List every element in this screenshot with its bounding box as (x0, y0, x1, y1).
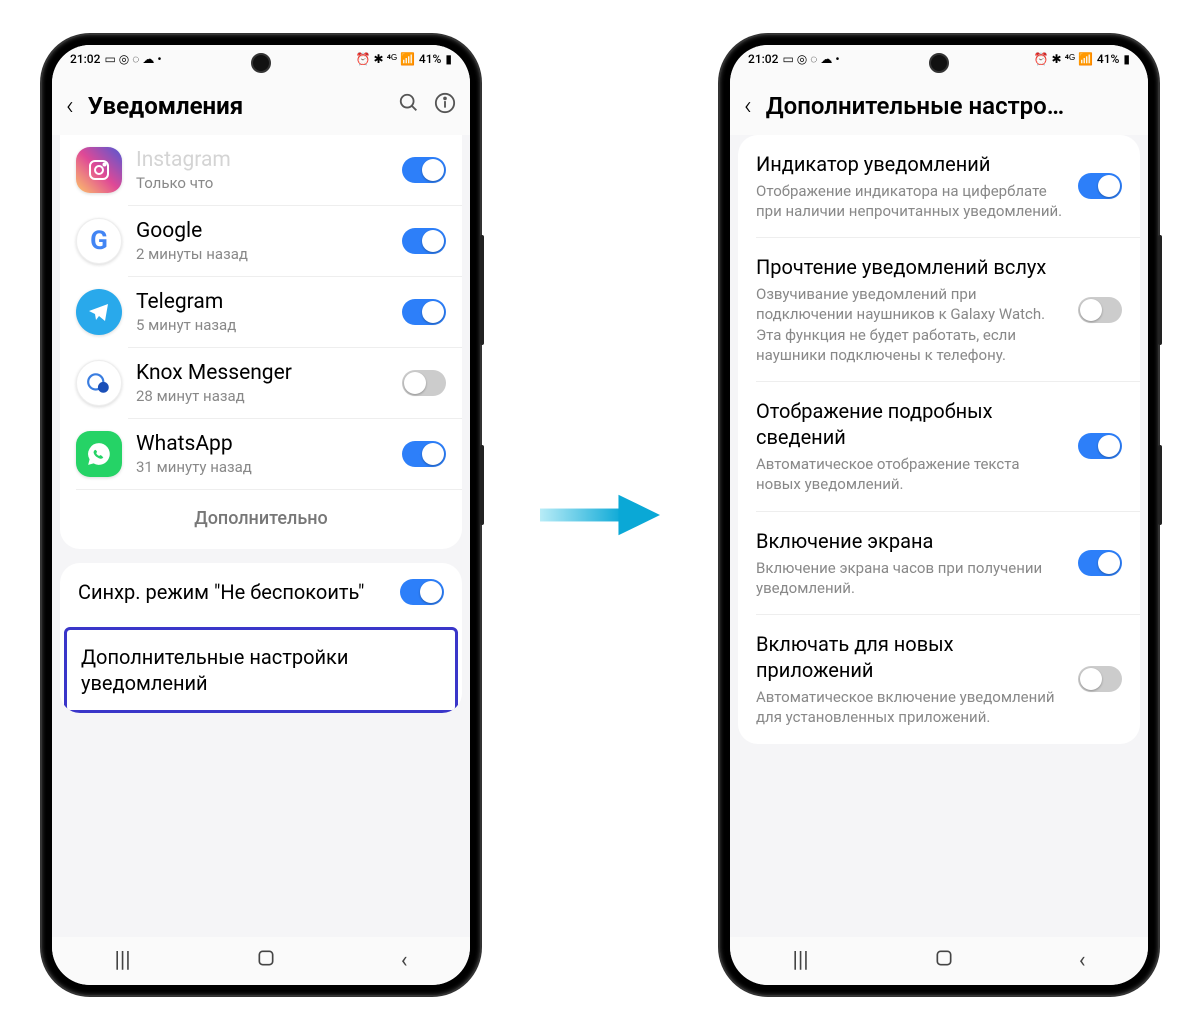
apps-card: Instagram Только что G Google 2 минуты н… (60, 135, 462, 549)
advanced-card: Индикатор уведомлений Отображение индика… (738, 135, 1140, 744)
sync-dnd-title: Синхр. режим "Не беспокоить" (78, 579, 386, 605)
page-title: Уведомления (88, 92, 384, 120)
status-battery: 41% (1097, 52, 1119, 66)
page-title: Дополнительные настро… (766, 92, 1134, 120)
search-icon[interactable] (398, 92, 420, 120)
header: ‹ Уведомления (52, 73, 470, 135)
status-time: 21:02 (70, 52, 100, 66)
setting-title: Включать для новых приложений (756, 631, 1064, 683)
app-sub: 31 минуту назад (136, 458, 388, 476)
setting-screen-on[interactable]: Включение экрана Включение экрана часов … (738, 512, 1140, 615)
app-row-whatsapp[interactable]: WhatsApp 31 минуту назад (60, 419, 462, 489)
setting-sub: Автоматическое отображение текста новых … (756, 454, 1064, 495)
info-icon[interactable] (434, 92, 456, 120)
nav-bar: ||| ‹ (52, 937, 470, 985)
nav-bar: ||| ‹ (730, 937, 1148, 985)
setting-read-aloud[interactable]: Прочтение уведомлений вслух Озвучивание … (738, 238, 1140, 381)
app-row-instagram[interactable]: Instagram Только что (60, 135, 462, 205)
setting-title: Включение экрана (756, 528, 1064, 554)
battery-icon: ▮ (1123, 52, 1130, 66)
toggle-sync-dnd[interactable] (400, 579, 444, 605)
app-sub: 2 минуты назад (136, 245, 388, 263)
setting-title: Индикатор уведомлений (756, 151, 1064, 177)
arrow-between (540, 490, 660, 540)
toggle-whatsapp[interactable] (402, 441, 446, 467)
status-bar: 21:02 ▭ ◎ ◌ ☁ • ⏰ ✱ ⁴ᴳ 📶 41% ▮ (730, 45, 1148, 73)
volume-button (1158, 235, 1162, 345)
toggle-read-aloud[interactable] (1078, 297, 1122, 323)
google-icon: G (76, 218, 122, 264)
toggle-screen-on[interactable] (1078, 550, 1122, 576)
app-sub: 5 минут назад (136, 316, 388, 334)
whatsapp-icon (76, 431, 122, 477)
power-button (1158, 445, 1162, 525)
toggle-instagram[interactable] (402, 157, 446, 183)
nav-recents-icon[interactable]: ||| (793, 948, 809, 973)
advanced-settings-title: Дополнительные настройки уведомлений (81, 644, 441, 696)
sync-dnd-row[interactable]: Синхр. режим "Не беспокоить" (60, 563, 462, 621)
toggle-details[interactable] (1078, 433, 1122, 459)
app-sub: 28 минут назад (136, 387, 388, 405)
app-name: Google (136, 219, 388, 243)
toggle-knox[interactable] (402, 370, 446, 396)
nav-back-icon[interactable]: ‹ (401, 948, 408, 973)
toggle-google[interactable] (402, 228, 446, 254)
toggle-new-apps[interactable] (1078, 666, 1122, 692)
arrow-icon (540, 490, 660, 540)
status-time: 21:02 (748, 52, 778, 66)
setting-sub: Отображение индикатора на циферблате при… (756, 181, 1064, 222)
setting-title: Прочтение уведомлений вслух (756, 254, 1064, 280)
header: ‹ Дополнительные настро… (730, 73, 1148, 135)
content-left: Instagram Только что G Google 2 минуты н… (52, 135, 470, 937)
status-bar: 21:02 ▭ ◎ ◌ ☁ • ⏰ ✱ ⁴ᴳ 📶 41% ▮ (52, 45, 470, 73)
highlight-advanced: Дополнительные настройки уведомлений (64, 627, 458, 713)
nav-recents-icon[interactable]: ||| (115, 948, 131, 973)
content-right: Индикатор уведомлений Отображение индика… (730, 135, 1148, 937)
status-battery: 41% (419, 52, 441, 66)
advanced-settings-row[interactable]: Дополнительные настройки уведомлений (67, 630, 455, 710)
toggle-indicator[interactable] (1078, 173, 1122, 199)
app-name: WhatsApp (136, 432, 388, 456)
toggle-telegram[interactable] (402, 299, 446, 325)
app-row-google[interactable]: G Google 2 минуты назад (60, 206, 462, 276)
setting-sub: Автоматическое включение уведомлений для… (756, 687, 1064, 728)
instagram-icon (76, 147, 122, 193)
knox-icon (76, 360, 122, 406)
setting-indicator[interactable]: Индикатор уведомлений Отображение индика… (738, 135, 1140, 238)
app-row-knox[interactable]: Knox Messenger 28 минут назад (60, 348, 462, 418)
setting-sub: Озвучивание уведомлений при подключении … (756, 284, 1064, 365)
power-button (480, 445, 484, 525)
nav-home-icon[interactable] (256, 948, 276, 974)
phone-right: 21:02 ▭ ◎ ◌ ☁ • ⏰ ✱ ⁴ᴳ 📶 41% ▮ ‹ Дополни… (720, 35, 1158, 995)
app-name: Instagram (136, 148, 388, 172)
screen-left: 21:02 ▭ ◎ ◌ ☁ • ⏰ ✱ ⁴ᴳ 📶 41% ▮ ‹ Уведомл… (52, 45, 470, 985)
app-sub: Только что (136, 174, 388, 192)
phone-left: 21:02 ▭ ◎ ◌ ☁ • ⏰ ✱ ⁴ᴳ 📶 41% ▮ ‹ Уведомл… (42, 35, 480, 995)
back-icon[interactable]: ‹ (744, 91, 752, 121)
screen-right: 21:02 ▭ ◎ ◌ ☁ • ⏰ ✱ ⁴ᴳ 📶 41% ▮ ‹ Дополни… (730, 45, 1148, 985)
setting-details[interactable]: Отображение подробных сведений Автоматич… (738, 382, 1140, 511)
nav-back-icon[interactable]: ‹ (1079, 948, 1086, 973)
status-icons-right: ⏰ ✱ ⁴ᴳ 📶 (1034, 52, 1093, 66)
setting-sub: Включение экрана часов при получении уве… (756, 558, 1064, 599)
status-icons-right: ⏰ ✱ ⁴ᴳ 📶 (356, 52, 415, 66)
app-name: Telegram (136, 290, 388, 314)
battery-icon: ▮ (445, 52, 452, 66)
settings-card: Синхр. режим "Не беспокоить" Дополнитель… (60, 563, 462, 713)
more-link[interactable]: Дополнительно (60, 490, 462, 549)
setting-title: Отображение подробных сведений (756, 398, 1064, 450)
app-name: Knox Messenger (136, 361, 388, 385)
status-icons-left: ▭ ◎ ◌ ☁ • (782, 52, 839, 66)
back-icon[interactable]: ‹ (66, 91, 74, 121)
app-row-telegram[interactable]: Telegram 5 минут назад (60, 277, 462, 347)
status-icons-left: ▭ ◎ ◌ ☁ • (104, 52, 161, 66)
nav-home-icon[interactable] (934, 948, 954, 974)
volume-button (480, 235, 484, 345)
telegram-icon (76, 289, 122, 335)
setting-new-apps[interactable]: Включать для новых приложений Автоматиче… (738, 615, 1140, 744)
